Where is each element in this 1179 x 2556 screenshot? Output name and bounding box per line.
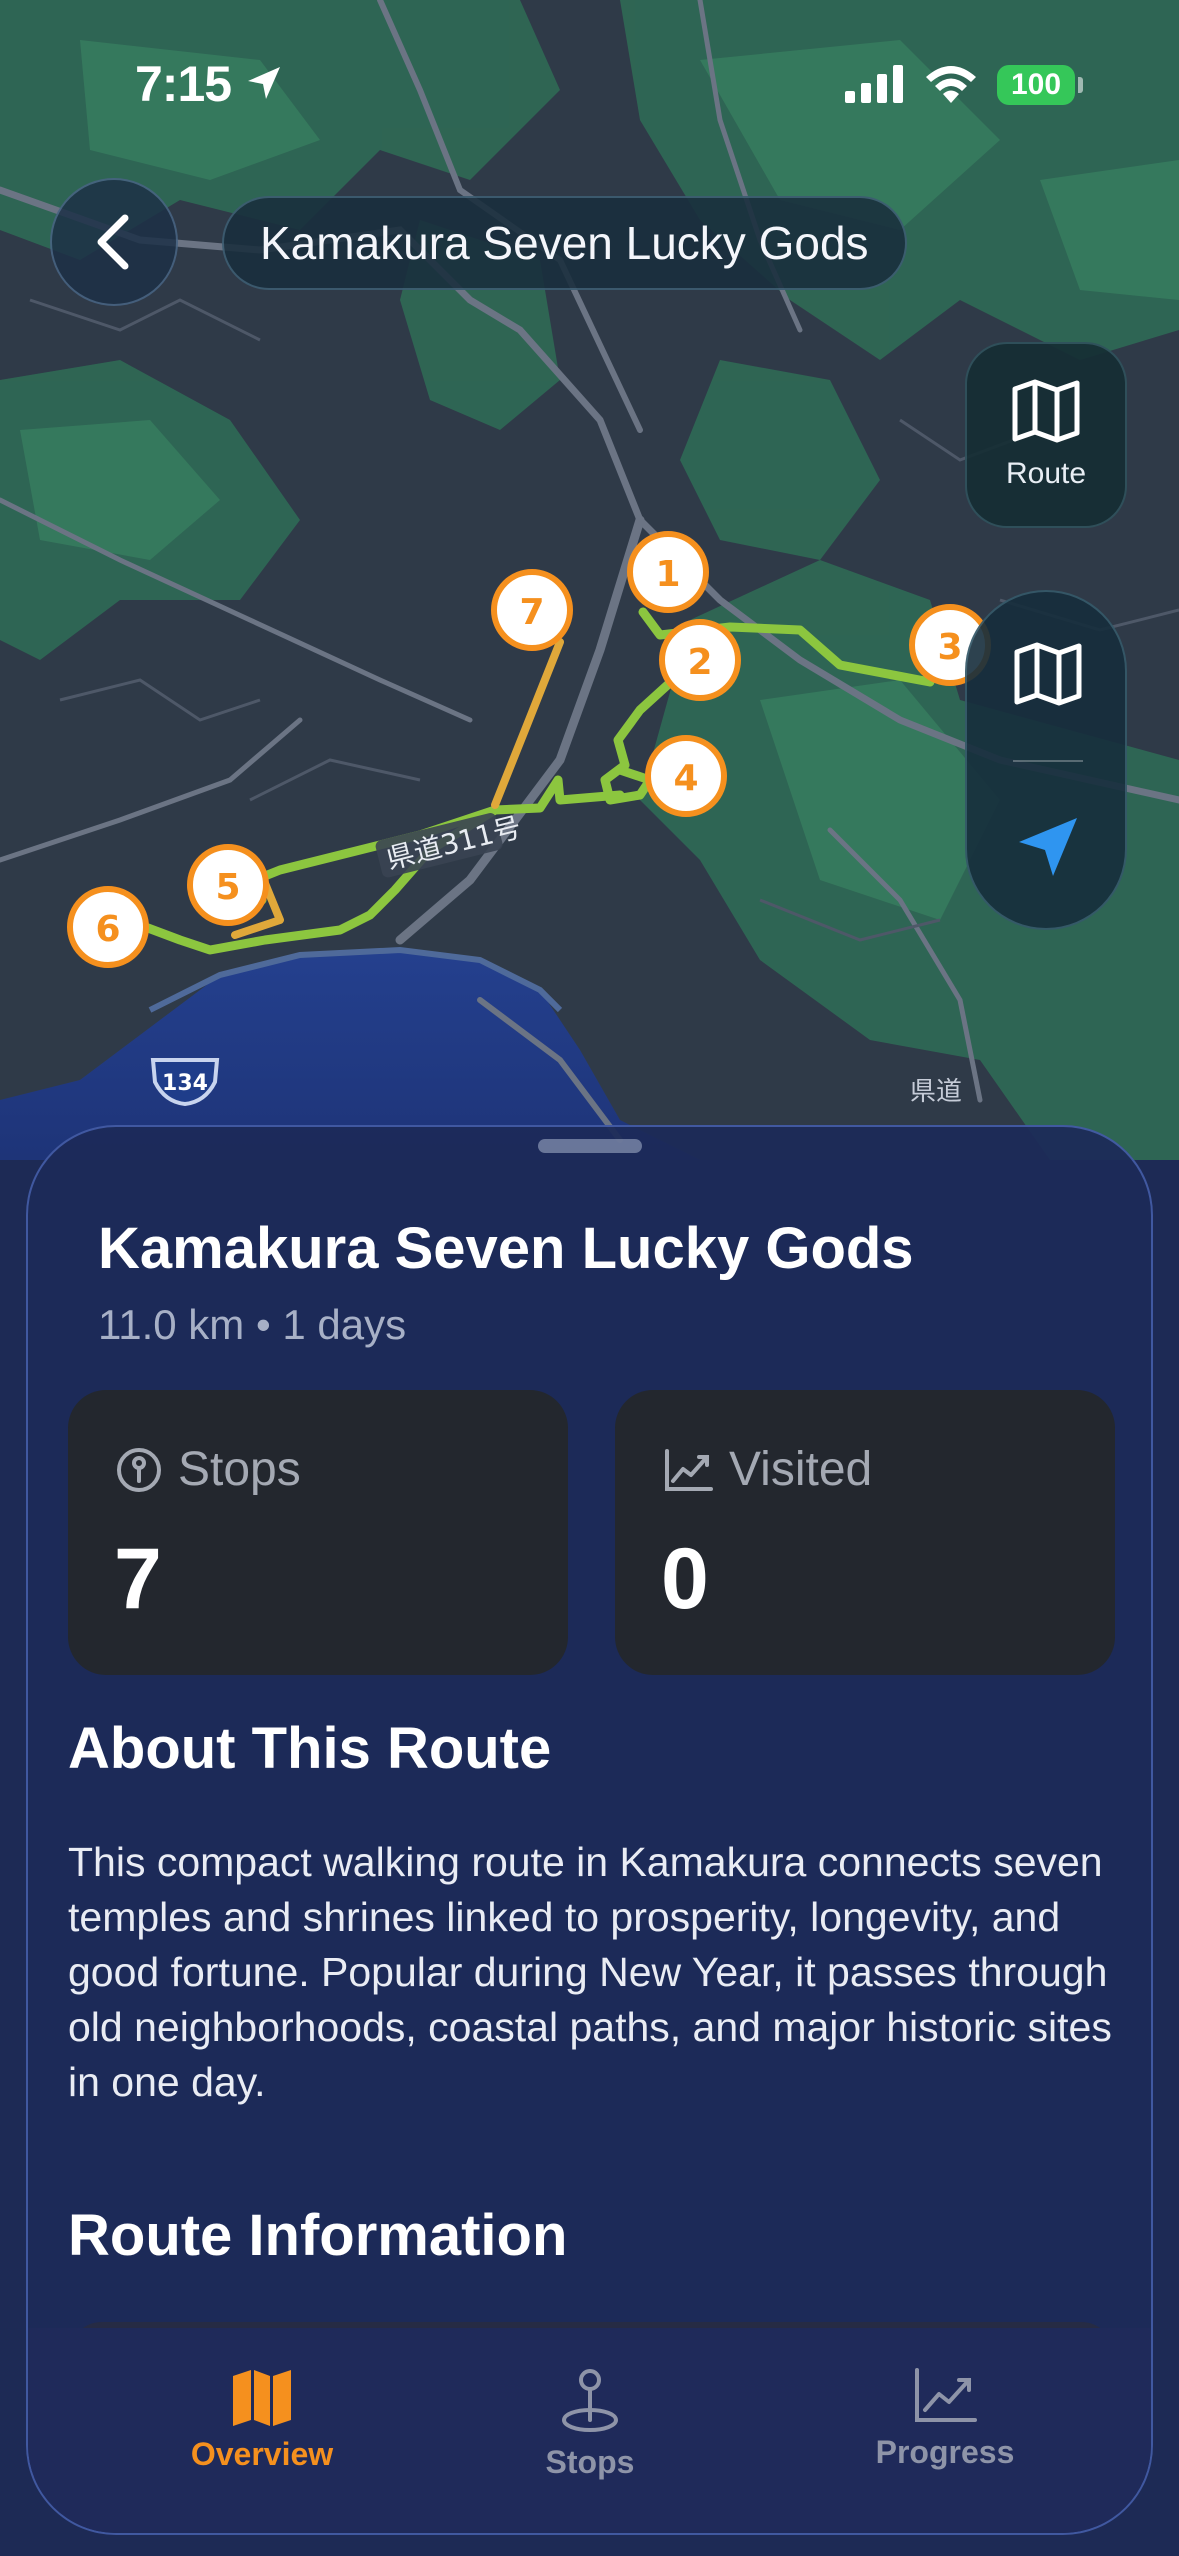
tab-label: Progress [875,2434,1015,2470]
back-button[interactable] [50,178,178,306]
stops-stat-value: 7 [114,1531,162,1627]
stop-marker[interactable]: 2 [659,619,741,701]
visited-stat-label: Visited [729,1443,873,1496]
route-detail-sheet[interactable]: Kamakura Seven Lucky Gods 11.0 km • 1 da… [26,1125,1153,2535]
about-heading: About This Route [68,1716,552,1781]
tab-bar: Overview Stops Progress [28,2328,1151,2533]
stop-marker[interactable]: 5 [187,844,269,926]
chart-icon [665,1448,713,1491]
svg-text:134: 134 [162,1071,208,1096]
tab-stops[interactable]: Stops [460,2368,720,2481]
route-summary: 11.0 km • 1 days [98,1301,407,1348]
stop-marker[interactable]: 6 [67,886,149,968]
svg-text:4: 4 [673,758,698,799]
tab-overview[interactable]: Overview [132,2368,392,2473]
wifi-icon [926,66,976,103]
stops-stat-card: Stops 7 [68,1390,568,1675]
svg-text:6: 6 [95,909,120,950]
about-description: This compact walking route in Kamakura c… [68,1839,1112,2105]
map-style-icon[interactable] [1013,642,1083,706]
pin-stand-icon [562,2369,618,2432]
location-arrow-icon [248,67,280,99]
stop-marker[interactable]: 1 [627,531,709,613]
route-info-heading: Route Information [68,2203,568,2268]
map-side-label: 県道 [910,1077,962,1107]
map-icon [1012,379,1080,443]
sheet-title: Kamakura Seven Lucky Gods [98,1216,914,1281]
svg-text:3: 3 [937,627,962,668]
stop-marker[interactable]: 4 [645,735,727,817]
route-title-pill: Kamakura Seven Lucky Gods [222,196,907,290]
svg-text:2: 2 [687,642,712,683]
chart-line-icon [915,2368,977,2422]
stops-stat-label: Stops [178,1443,301,1496]
svg-text:1: 1 [655,554,680,595]
route-map[interactable]: 県道311号 134 県道 1 2 3 4 5 6 7 [0,0,1179,1160]
current-location-icon[interactable] [1013,812,1083,882]
tab-progress[interactable]: Progress [815,2368,1075,2471]
cellular-signal-icon [845,65,903,103]
battery-indicator: 100 [997,65,1075,105]
map-fill-icon [233,2370,291,2426]
map-canvas: 県道311号 134 県道 1 2 3 4 5 6 7 [0,0,1179,1160]
status-time: 7:15 [135,56,232,112]
svg-text:5: 5 [215,867,240,908]
header-title: Kamakura Seven Lucky Gods [260,217,869,269]
status-bar: 7:15 100 [0,55,1179,115]
chevron-left-icon [97,214,129,270]
svg-text:7: 7 [519,592,544,633]
sheet-grabber[interactable] [538,1139,642,1153]
route-button-label: Route [1005,457,1087,490]
battery-tip [1078,77,1083,93]
visited-stat-value: 0 [661,1531,709,1627]
visited-stat-card: Visited 0 [615,1390,1115,1675]
map-controls [965,590,1127,930]
tab-label: Overview [190,2436,334,2472]
stop-marker[interactable]: 7 [491,569,573,651]
pin-circle-icon [117,1447,161,1492]
tab-label: Stops [545,2444,635,2480]
route-toggle-button[interactable]: Route [965,342,1127,528]
controls-divider [1013,760,1083,762]
